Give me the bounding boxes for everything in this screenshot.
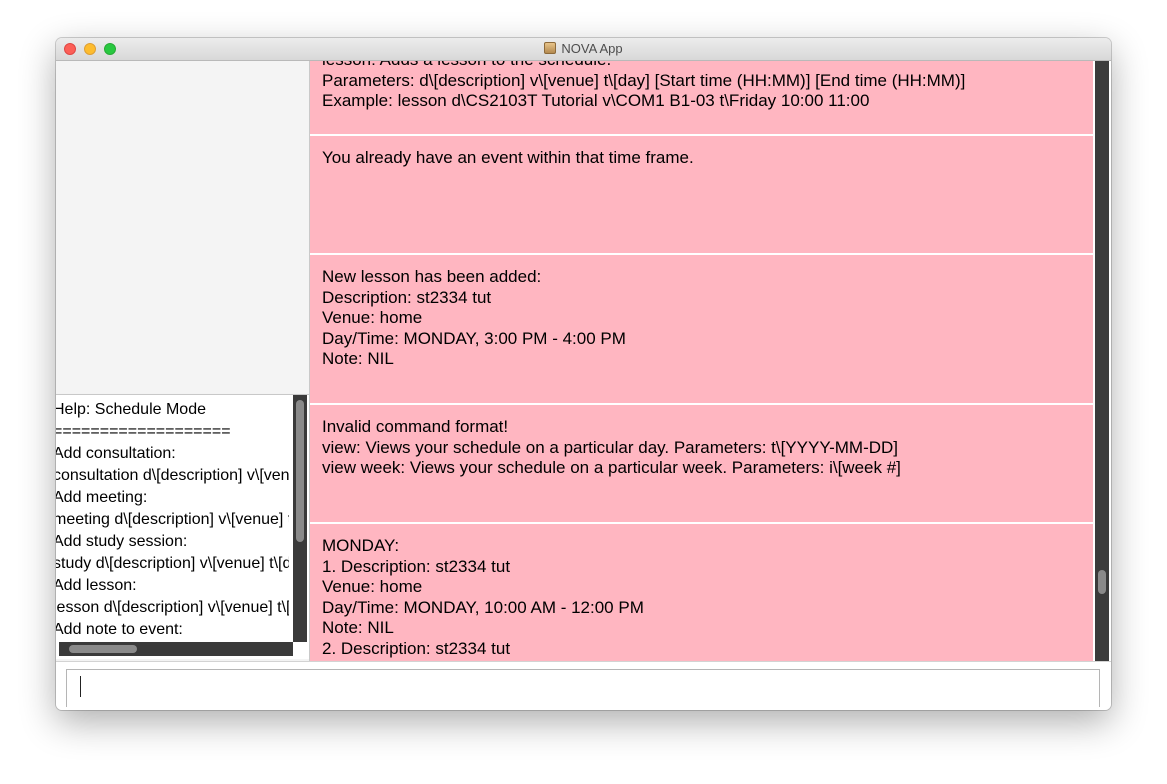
help-line: Add lesson: (56, 577, 137, 594)
command-area (56, 661, 1111, 710)
message-line: MONDAY: (322, 536, 400, 555)
message-line: 2. Description: st2334 tut (322, 638, 511, 658)
message-line: Day/Time: MONDAY, 10:00 AM - 12:00 PM (322, 597, 644, 617)
help-line: consultation d\[description] v\[venue] t… (56, 467, 289, 484)
help-line: lesson d\[description] v\[venue] t\[day]… (56, 599, 289, 616)
help-line: Add consultation: (56, 445, 176, 462)
app-window: NOVA App Help: Schedule Mode ===========… (56, 38, 1111, 710)
message-card: lesson: Adds a lesson to the schedule. P… (310, 61, 1093, 134)
app-icon (544, 42, 557, 54)
message-line: Note: NIL (322, 349, 394, 368)
help-line: =================== (56, 423, 231, 440)
message-line: Note: NIL (322, 618, 394, 637)
message-card: New lesson has been added: Description: … (310, 255, 1093, 403)
help-horizontal-scrollbar[interactable] (59, 642, 293, 656)
help-vertical-scroll-thumb[interactable] (296, 400, 304, 542)
message-line: Example: lesson d\CS2103T Tutorial v\COM… (322, 91, 870, 110)
help-horizontal-scroll-thumb[interactable] (69, 645, 137, 653)
message-card: You already have an event within that ti… (310, 136, 1093, 253)
message-list-scrollbar[interactable] (1095, 61, 1109, 661)
message-line: Parameters: d\[description] v\[venue] t\… (322, 70, 966, 90)
message-line: You already have an event within that ti… (322, 148, 694, 167)
command-input[interactable] (66, 669, 1100, 707)
message-list[interactable]: lesson: Adds a lesson to the schedule. P… (310, 61, 1111, 661)
help-line: Add study session: (56, 533, 188, 550)
help-line: meeting d\[description] v\[venue] t\[day… (56, 511, 289, 528)
message-line: Venue: home (322, 308, 423, 327)
message-card: MONDAY: 1. Description: st2334 tut Venue… (310, 524, 1093, 661)
message-line: Description: st2334 tut (322, 287, 492, 307)
title-bar: NOVA App (56, 38, 1111, 61)
help-line: Add note to event: (56, 621, 183, 638)
window-title: NOVA App (56, 41, 1111, 56)
help-text: Help: Schedule Mode =================== … (56, 399, 289, 641)
message-list-scroll-thumb[interactable] (1098, 570, 1106, 594)
message-line: view week: Views your schedule on a part… (322, 458, 901, 477)
left-empty-panel (56, 61, 309, 393)
message-line: Invalid command format! (322, 417, 509, 436)
window-title-text: NOVA App (561, 41, 623, 56)
message-card: Invalid command format! view: Views your… (310, 405, 1093, 522)
message-line: lesson: Adds a lesson to the schedule. (322, 61, 1081, 71)
message-line: Venue: home (322, 577, 423, 596)
message-line: Day/Time: MONDAY, 3:00 PM - 4:00 PM (322, 328, 626, 348)
help-line: study d\[description] v\[venue] t\[day] … (56, 555, 289, 572)
help-vertical-scrollbar[interactable] (293, 395, 307, 642)
message-line: view: Views your schedule on a particula… (322, 437, 899, 457)
message-line: 1. Description: st2334 tut (322, 556, 511, 576)
help-panel[interactable]: Help: Schedule Mode =================== … (56, 394, 309, 659)
text-caret (80, 676, 81, 697)
help-line: Add meeting: (56, 489, 148, 506)
message-line: New lesson has been added: (322, 267, 542, 286)
help-line: Help: Schedule Mode (56, 401, 206, 418)
